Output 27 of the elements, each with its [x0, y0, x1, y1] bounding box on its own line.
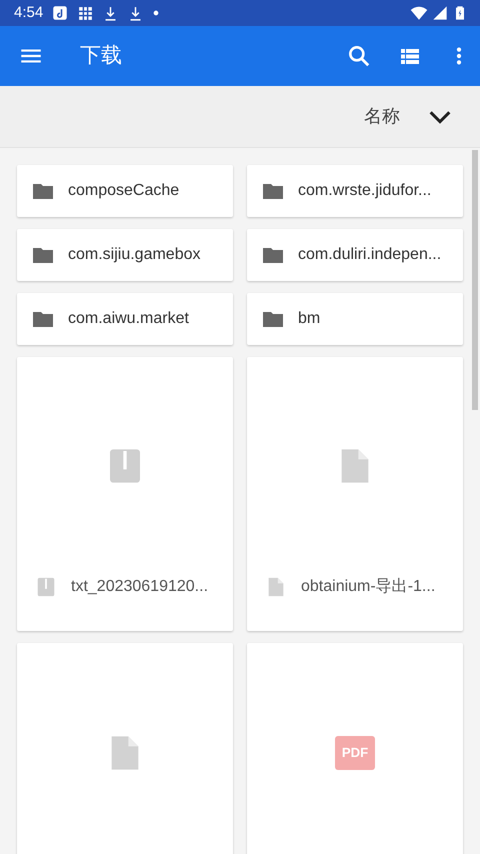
file-name: txt_20230619120...	[71, 577, 208, 597]
status-time: 4:54	[14, 2, 44, 23]
folder-name: com.sijiu.gamebox	[68, 245, 200, 265]
folder-name: bm	[298, 309, 320, 329]
archive-icon	[35, 576, 57, 598]
folder-item[interactable]: composeCache	[17, 165, 233, 217]
file-name: obtainium-导出-1...	[301, 576, 436, 597]
folder-item[interactable]: com.wrste.jidufor...	[247, 165, 463, 217]
folder-item[interactable]: com.aiwu.market	[17, 293, 233, 345]
folder-name: com.aiwu.market	[68, 309, 189, 329]
app-title: 下载	[80, 43, 122, 70]
pdf-icon: PDF	[335, 736, 375, 770]
file-card[interactable]: txt_20230619120...	[17, 357, 233, 631]
notification-icon	[51, 4, 70, 22]
folder-name: composeCache	[68, 181, 180, 201]
folder-item[interactable]: com.sijiu.gamebox	[17, 229, 233, 281]
folder-item[interactable]: bm	[247, 293, 463, 345]
wifi-icon	[410, 4, 428, 22]
folder-name: com.duliri.indepen...	[298, 245, 442, 265]
sort-label[interactable]: 名称	[364, 103, 400, 130]
signal-icon	[432, 5, 448, 21]
search-icon[interactable]	[346, 43, 372, 69]
folder-name: com.wrste.jidufor...	[298, 181, 432, 201]
grid-icon	[77, 4, 94, 22]
file-card[interactable]: obtainium-导出-1...	[247, 357, 463, 631]
dot-icon	[152, 9, 160, 17]
folder-item[interactable]: com.duliri.indepen...	[247, 229, 463, 281]
